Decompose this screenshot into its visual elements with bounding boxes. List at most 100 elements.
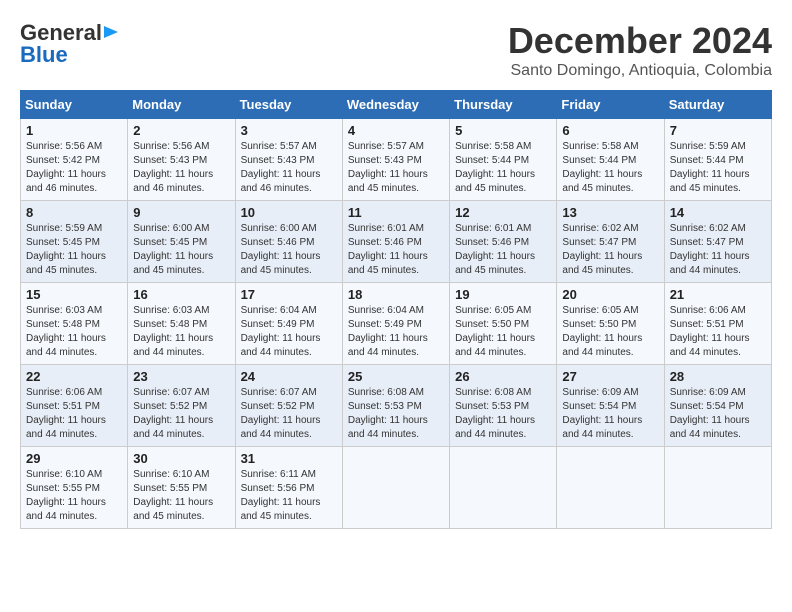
day-cell xyxy=(450,447,557,529)
day-info: Sunrise: 6:07 AM Sunset: 5:52 PM Dayligh… xyxy=(241,387,321,440)
day-info: Sunrise: 6:04 AM Sunset: 5:49 PM Dayligh… xyxy=(241,305,321,358)
calendar-header: SundayMondayTuesdayWednesdayThursdayFrid… xyxy=(21,91,772,119)
day-info: Sunrise: 6:02 AM Sunset: 5:47 PM Dayligh… xyxy=(670,223,750,276)
day-cell: 23 Sunrise: 6:07 AM Sunset: 5:52 PM Dayli… xyxy=(128,365,235,447)
day-number: 27 xyxy=(562,369,658,384)
day-cell xyxy=(664,447,771,529)
day-number: 13 xyxy=(562,205,658,220)
day-cell xyxy=(342,447,449,529)
day-info: Sunrise: 6:05 AM Sunset: 5:50 PM Dayligh… xyxy=(562,305,642,358)
day-info: Sunrise: 6:06 AM Sunset: 5:51 PM Dayligh… xyxy=(26,387,106,440)
day-number: 1 xyxy=(26,123,122,138)
day-number: 20 xyxy=(562,287,658,302)
day-number: 22 xyxy=(26,369,122,384)
day-number: 25 xyxy=(348,369,444,384)
day-number: 23 xyxy=(133,369,229,384)
day-info: Sunrise: 6:07 AM Sunset: 5:52 PM Dayligh… xyxy=(133,387,213,440)
day-cell: 26Sunrise: 6:08 AM Sunset: 5:53 PM Dayli… xyxy=(450,365,557,447)
day-info: Sunrise: 6:10 AM Sunset: 5:55 PM Dayligh… xyxy=(26,469,106,522)
page-header: General Blue December 2024 Santo Domingo… xyxy=(20,20,772,80)
day-cell: 3Sunrise: 5:57 AM Sunset: 5:43 PM Daylig… xyxy=(235,119,342,201)
day-info: Sunrise: 6:01 AM Sunset: 5:46 PM Dayligh… xyxy=(348,223,428,276)
day-cell: 11 Sunrise: 6:01 AM Sunset: 5:46 PM Dayli… xyxy=(342,201,449,283)
header-row: SundayMondayTuesdayWednesdayThursdayFrid… xyxy=(21,91,772,119)
calendar-body: 1 Sunrise: 5:56 AM Sunset: 5:42 PM Daylig… xyxy=(21,119,772,529)
calendar-table: SundayMondayTuesdayWednesdayThursdayFrid… xyxy=(20,90,772,529)
day-cell: 7 Sunrise: 5:59 AM Sunset: 5:44 PM Daylig… xyxy=(664,119,771,201)
day-cell: 8 Sunrise: 5:59 AM Sunset: 5:45 PM Daylig… xyxy=(21,201,128,283)
day-cell: 10Sunrise: 6:00 AM Sunset: 5:46 PM Dayli… xyxy=(235,201,342,283)
day-info: Sunrise: 6:00 AM Sunset: 5:45 PM Dayligh… xyxy=(133,223,213,276)
day-number: 2 xyxy=(133,123,229,138)
title-area: December 2024 Santo Domingo, Antioquia, … xyxy=(508,20,772,80)
day-number: 16 xyxy=(133,287,229,302)
day-number: 11 xyxy=(348,205,444,220)
day-info: Sunrise: 5:59 AM Sunset: 5:45 PM Dayligh… xyxy=(26,223,106,276)
day-number: 28 xyxy=(670,369,766,384)
day-cell: 20 Sunrise: 6:05 AM Sunset: 5:50 PM Dayli… xyxy=(557,283,664,365)
header-cell-wednesday: Wednesday xyxy=(342,91,449,119)
day-info: Sunrise: 6:11 AM Sunset: 5:56 PM Dayligh… xyxy=(241,469,321,522)
day-number: 6 xyxy=(562,123,658,138)
day-cell: 18Sunrise: 6:04 AM Sunset: 5:49 PM Dayli… xyxy=(342,283,449,365)
day-number: 8 xyxy=(26,205,122,220)
day-cell: 15 Sunrise: 6:03 AM Sunset: 5:48 PM Dayli… xyxy=(21,283,128,365)
day-cell: 27 Sunrise: 6:09 AM Sunset: 5:54 PM Dayli… xyxy=(557,365,664,447)
day-cell: 2 Sunrise: 5:56 AM Sunset: 5:43 PM Daylig… xyxy=(128,119,235,201)
day-info: Sunrise: 6:08 AM Sunset: 5:53 PM Dayligh… xyxy=(348,387,428,440)
day-number: 4 xyxy=(348,123,444,138)
logo-arrow-icon xyxy=(104,22,124,42)
day-cell: 1 Sunrise: 5:56 AM Sunset: 5:42 PM Daylig… xyxy=(21,119,128,201)
day-cell: 12 Sunrise: 6:01 AM Sunset: 5:46 PM Dayli… xyxy=(450,201,557,283)
day-number: 30 xyxy=(133,451,229,466)
header-cell-sunday: Sunday xyxy=(21,91,128,119)
day-cell: 5Sunrise: 5:58 AM Sunset: 5:44 PM Daylig… xyxy=(450,119,557,201)
day-info: Sunrise: 6:01 AM Sunset: 5:46 PM Dayligh… xyxy=(455,223,535,276)
day-cell: 19Sunrise: 6:05 AM Sunset: 5:50 PM Dayli… xyxy=(450,283,557,365)
day-cell: 9 Sunrise: 6:00 AM Sunset: 5:45 PM Daylig… xyxy=(128,201,235,283)
day-info: Sunrise: 6:09 AM Sunset: 5:54 PM Dayligh… xyxy=(562,387,642,440)
day-info: Sunrise: 5:59 AM Sunset: 5:44 PM Dayligh… xyxy=(670,141,750,194)
day-cell: 28 Sunrise: 6:09 AM Sunset: 5:54 PM Dayli… xyxy=(664,365,771,447)
calendar-subtitle: Santo Domingo, Antioquia, Colombia xyxy=(508,62,772,80)
day-info: Sunrise: 6:05 AM Sunset: 5:50 PM Dayligh… xyxy=(455,305,535,358)
day-info: Sunrise: 6:02 AM Sunset: 5:47 PM Dayligh… xyxy=(562,223,642,276)
day-number: 17 xyxy=(241,287,337,302)
day-info: Sunrise: 6:08 AM Sunset: 5:53 PM Dayligh… xyxy=(455,387,535,440)
week-row-4: 29 Sunrise: 6:10 AM Sunset: 5:55 PM Dayli… xyxy=(21,447,772,529)
day-number: 9 xyxy=(133,205,229,220)
day-cell: 24 Sunrise: 6:07 AM Sunset: 5:52 PM Dayli… xyxy=(235,365,342,447)
day-number: 29 xyxy=(26,451,122,466)
header-cell-friday: Friday xyxy=(557,91,664,119)
day-number: 15 xyxy=(26,287,122,302)
day-number: 14 xyxy=(670,205,766,220)
day-cell: 16 Sunrise: 6:03 AM Sunset: 5:48 PM Dayli… xyxy=(128,283,235,365)
day-number: 12 xyxy=(455,205,551,220)
week-row-2: 15 Sunrise: 6:03 AM Sunset: 5:48 PM Dayli… xyxy=(21,283,772,365)
day-info: Sunrise: 5:58 AM Sunset: 5:44 PM Dayligh… xyxy=(562,141,642,194)
day-cell: 14 Sunrise: 6:02 AM Sunset: 5:47 PM Dayli… xyxy=(664,201,771,283)
header-cell-thursday: Thursday xyxy=(450,91,557,119)
day-cell: 21Sunrise: 6:06 AM Sunset: 5:51 PM Dayli… xyxy=(664,283,771,365)
day-cell: 13 Sunrise: 6:02 AM Sunset: 5:47 PM Dayli… xyxy=(557,201,664,283)
day-info: Sunrise: 6:03 AM Sunset: 5:48 PM Dayligh… xyxy=(26,305,106,358)
logo: General Blue xyxy=(20,20,124,68)
day-info: Sunrise: 6:00 AM Sunset: 5:46 PM Dayligh… xyxy=(241,223,321,276)
week-row-1: 8 Sunrise: 5:59 AM Sunset: 5:45 PM Daylig… xyxy=(21,201,772,283)
day-number: 18 xyxy=(348,287,444,302)
day-info: Sunrise: 5:57 AM Sunset: 5:43 PM Dayligh… xyxy=(348,141,428,194)
day-cell xyxy=(557,447,664,529)
day-info: Sunrise: 5:56 AM Sunset: 5:42 PM Dayligh… xyxy=(26,141,106,194)
header-cell-tuesday: Tuesday xyxy=(235,91,342,119)
day-number: 7 xyxy=(670,123,766,138)
day-number: 24 xyxy=(241,369,337,384)
day-info: Sunrise: 5:56 AM Sunset: 5:43 PM Dayligh… xyxy=(133,141,213,194)
day-cell: 30Sunrise: 6:10 AM Sunset: 5:55 PM Dayli… xyxy=(128,447,235,529)
logo-blue: Blue xyxy=(20,42,68,68)
day-info: Sunrise: 6:03 AM Sunset: 5:48 PM Dayligh… xyxy=(133,305,213,358)
day-cell: 25 Sunrise: 6:08 AM Sunset: 5:53 PM Dayli… xyxy=(342,365,449,447)
day-cell: 29 Sunrise: 6:10 AM Sunset: 5:55 PM Dayli… xyxy=(21,447,128,529)
day-info: Sunrise: 6:09 AM Sunset: 5:54 PM Dayligh… xyxy=(670,387,750,440)
day-cell: 17 Sunrise: 6:04 AM Sunset: 5:49 PM Dayli… xyxy=(235,283,342,365)
day-number: 31 xyxy=(241,451,337,466)
